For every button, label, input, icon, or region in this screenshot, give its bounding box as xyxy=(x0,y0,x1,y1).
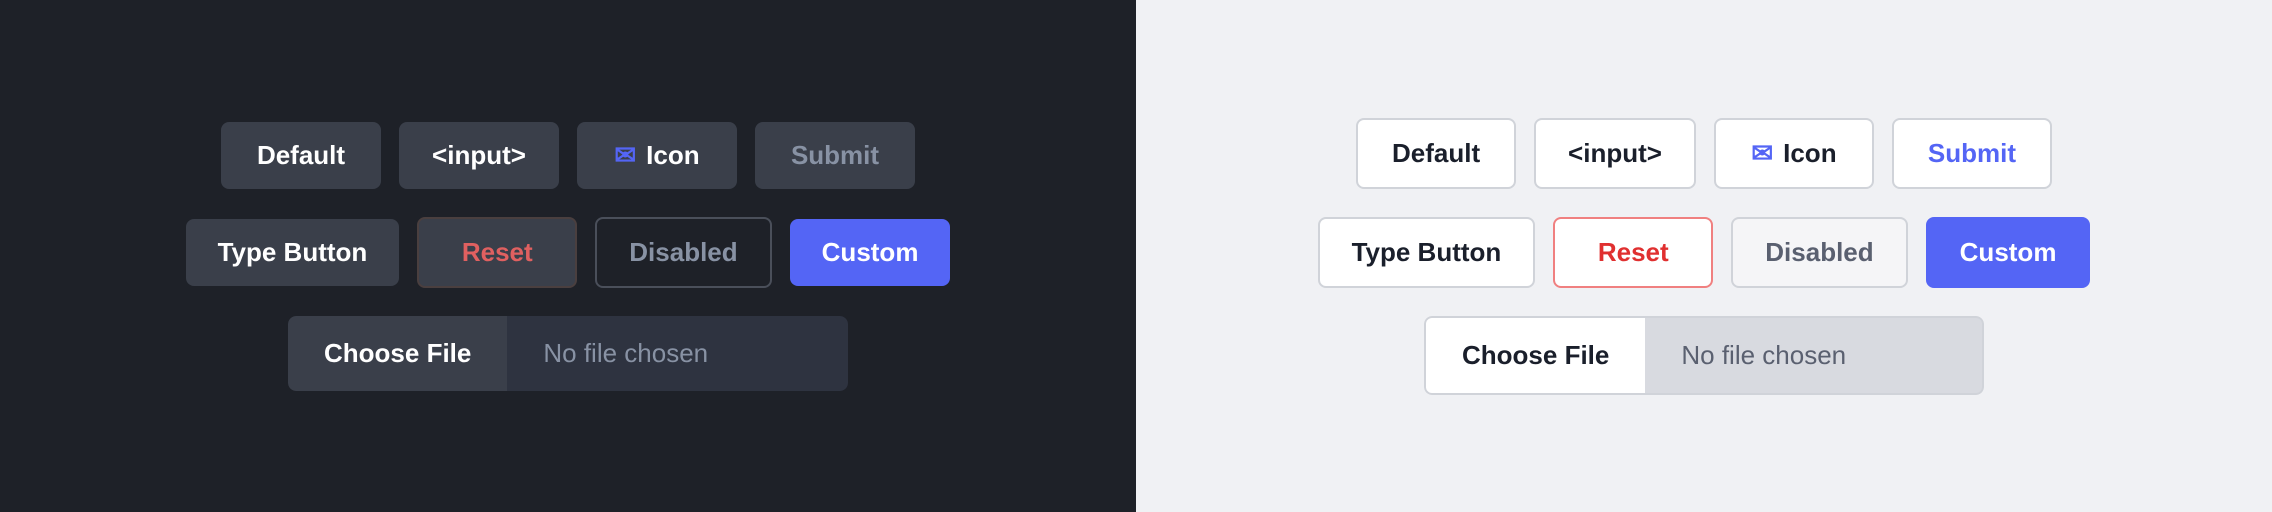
light-custom-button[interactable]: Custom xyxy=(1926,217,2091,288)
light-typebutton-button[interactable]: Type Button xyxy=(1318,217,1536,288)
dark-input-label: <input> xyxy=(432,140,526,171)
dark-typebutton-label: Type Button xyxy=(218,237,368,268)
dark-icon-label: Icon xyxy=(646,140,699,171)
light-disabled-button[interactable]: Disabled xyxy=(1731,217,1907,288)
dark-submit-button[interactable]: Submit xyxy=(755,122,915,189)
light-submit-label: Submit xyxy=(1928,138,2016,169)
dark-row-2: Type Button Reset Disabled Custom xyxy=(186,217,951,288)
envelope-icon-light: ✉ xyxy=(1751,138,1773,169)
light-submit-button[interactable]: Submit xyxy=(1892,118,2052,189)
dark-file-row: Choose File No file chosen xyxy=(288,316,848,391)
dark-icon-button[interactable]: ✉ Icon xyxy=(577,122,737,189)
envelope-icon: ✉ xyxy=(614,140,636,171)
light-no-file-text: No file chosen xyxy=(1645,316,1984,395)
dark-disabled-button[interactable]: Disabled xyxy=(595,217,771,288)
dark-custom-button[interactable]: Custom xyxy=(790,219,951,286)
light-row-2: Type Button Reset Disabled Custom xyxy=(1318,217,2091,288)
light-choose-file-label: Choose File xyxy=(1462,340,1609,370)
light-file-input: Choose File No file chosen xyxy=(1424,316,1984,395)
light-custom-label: Custom xyxy=(1960,237,2057,268)
light-row-1: Default <input> ✉ Icon Submit xyxy=(1356,118,2052,189)
dark-default-label: Default xyxy=(257,140,345,171)
light-reset-button[interactable]: Reset xyxy=(1553,217,1713,288)
light-choose-file-button[interactable]: Choose File xyxy=(1424,316,1645,395)
dark-reset-button[interactable]: Reset xyxy=(417,217,577,288)
light-default-label: Default xyxy=(1392,138,1480,169)
light-icon-label: Icon xyxy=(1783,138,1836,169)
light-default-button[interactable]: Default xyxy=(1356,118,1516,189)
dark-panel: Default <input> ✉ Icon Submit Type Butto… xyxy=(0,0,1136,512)
light-icon-button[interactable]: ✉ Icon xyxy=(1714,118,1874,189)
light-file-row: Choose File No file chosen xyxy=(1424,316,1984,395)
dark-default-button[interactable]: Default xyxy=(221,122,381,189)
light-input-button[interactable]: <input> xyxy=(1534,118,1696,189)
light-panel: Default <input> ✉ Icon Submit Type Butto… xyxy=(1136,0,2272,512)
light-disabled-label: Disabled xyxy=(1765,237,1873,268)
dark-typebutton-button[interactable]: Type Button xyxy=(186,219,400,286)
dark-choose-file-label: Choose File xyxy=(324,338,471,368)
dark-custom-label: Custom xyxy=(822,237,919,268)
light-reset-label: Reset xyxy=(1598,237,1669,268)
dark-row-1: Default <input> ✉ Icon Submit xyxy=(221,122,915,189)
dark-no-file-text: No file chosen xyxy=(507,316,848,391)
light-input-label: <input> xyxy=(1568,138,1662,169)
dark-reset-label: Reset xyxy=(462,237,533,268)
dark-file-input: Choose File No file chosen xyxy=(288,316,848,391)
dark-submit-label: Submit xyxy=(791,140,879,171)
dark-disabled-label: Disabled xyxy=(629,237,737,268)
dark-choose-file-button[interactable]: Choose File xyxy=(288,316,507,391)
light-typebutton-label: Type Button xyxy=(1352,237,1502,268)
dark-input-button[interactable]: <input> xyxy=(399,122,559,189)
